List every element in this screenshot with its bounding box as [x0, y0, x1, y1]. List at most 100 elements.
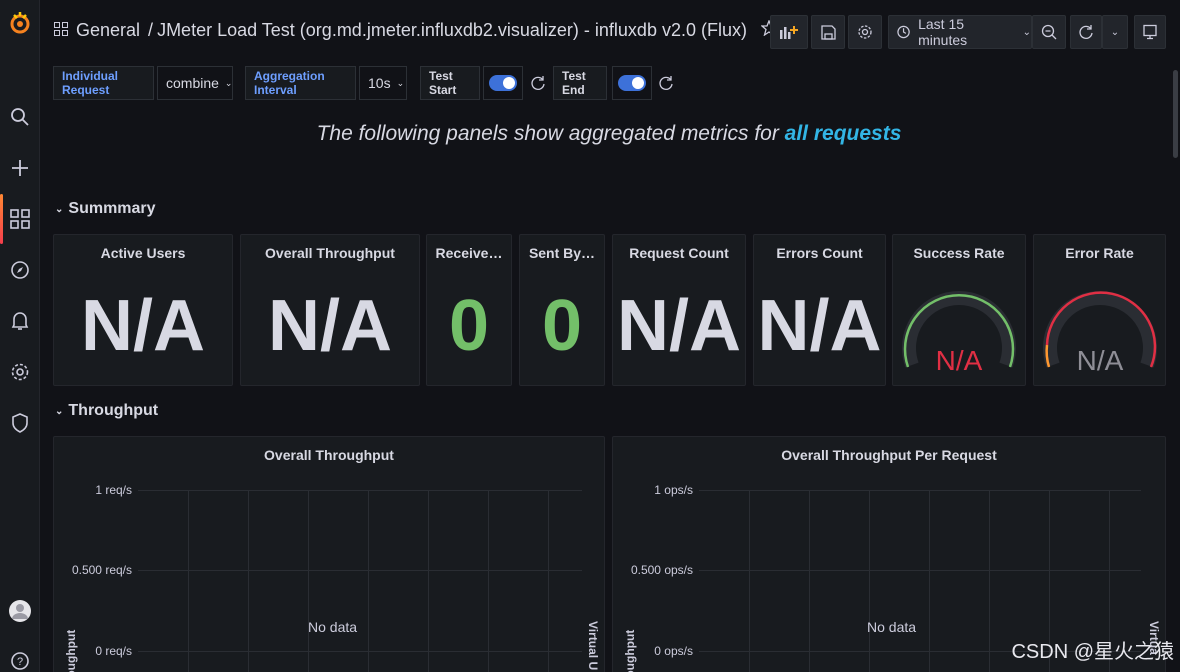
chevron-down-icon: ⌄ — [55, 203, 64, 215]
panel-title: Request Count — [629, 245, 729, 261]
add-panel-button[interactable] — [770, 15, 808, 49]
row-summary-title: Summmary — [68, 200, 156, 217]
panel-overall-throughput-graph[interactable]: Overall Throughput 1 req/s 0.500 req/s 0… — [53, 436, 605, 672]
gridline — [428, 490, 429, 672]
panel-title: Receive… — [435, 245, 503, 261]
time-range-label: Last 15 minutes — [918, 16, 968, 48]
panel-title: Error Rate — [1065, 245, 1134, 261]
gridline — [929, 490, 930, 672]
test-start-refresh-icon[interactable] — [529, 74, 547, 92]
gridline — [188, 490, 189, 672]
top-bar: General / JMeter Load Test (org.md.jmete… — [40, 0, 1180, 64]
error-rate-gauge: N/A — [1034, 275, 1165, 375]
test-start-label: Test Start — [420, 66, 480, 100]
gridline — [809, 490, 810, 672]
plus-icon[interactable] — [0, 153, 40, 183]
test-end-toggle[interactable] — [612, 66, 652, 100]
stat-value: N/A — [617, 286, 741, 366]
explore-compass-icon[interactable] — [0, 255, 40, 285]
y-axis-label-right: Virtual U — [586, 621, 600, 671]
stat-value: 0 — [448, 286, 490, 366]
save-dashboard-button[interactable] — [811, 15, 845, 49]
search-icon[interactable] — [0, 102, 40, 132]
row-summary[interactable]: ⌄ Summmary — [55, 200, 156, 218]
gridline — [138, 490, 582, 491]
y-tick-label: 1 ops/s — [654, 483, 693, 497]
panel-title: Overall Throughput — [264, 447, 394, 463]
gridline — [548, 490, 549, 672]
panel-sent-bytes[interactable]: Sent By… 0 — [519, 234, 605, 386]
y-axis-label-left: Throughput — [623, 629, 637, 672]
panel-title: Sent By… — [528, 245, 596, 261]
banner-text: The following panels show aggregated met… — [316, 122, 785, 145]
success-rate-gauge: N/A — [893, 275, 1025, 375]
y-tick-label: 0.500 req/s — [71, 563, 132, 577]
chevron-down-icon: ⌄ — [1022, 26, 1031, 38]
gridline — [989, 490, 990, 672]
panel-overall-throughput[interactable]: Overall Throughput N/A — [240, 234, 420, 386]
panel-active-users[interactable]: Active Users N/A — [53, 234, 233, 386]
stat-value: N/A — [268, 286, 392, 366]
no-data-label: No data — [308, 619, 358, 635]
avatar[interactable] — [0, 596, 40, 626]
y-axis-label-left: Throughput — [64, 629, 78, 672]
row-throughput-title: Throughput — [68, 402, 159, 419]
chevron-down-icon: ⌄ — [1110, 26, 1120, 38]
page-scrollbar[interactable] — [1173, 70, 1178, 158]
chevron-down-icon: ⌄ — [396, 77, 405, 88]
dashboard-settings-button[interactable] — [848, 15, 882, 49]
apps-grid-icon — [54, 20, 68, 41]
gridline — [138, 570, 582, 571]
chevron-down-icon: ⌄ — [224, 77, 233, 88]
panel-error-rate[interactable]: Error Rate N/A — [1033, 234, 1166, 386]
y-tick-label: 1 req/s — [95, 483, 132, 497]
gridline — [869, 490, 870, 672]
zoom-out-button[interactable] — [1032, 15, 1066, 49]
panel-title: Errors Count — [776, 245, 863, 261]
help-icon[interactable]: ? — [0, 646, 40, 672]
panel-title: Overall Throughput — [265, 245, 395, 261]
aggregation-interval-select[interactable]: 10s ⌄ — [359, 66, 407, 100]
gridline — [368, 490, 369, 672]
refresh-interval-dropdown[interactable]: ⌄ — [1102, 15, 1128, 49]
aggregation-interval-label: Aggregation Interval — [245, 66, 356, 100]
test-end-refresh-icon[interactable] — [657, 74, 675, 92]
y-tick-label: 0.500 ops/s — [630, 563, 693, 577]
panel-success-rate[interactable]: Success Rate N/A — [892, 234, 1026, 386]
panel-title: Success Rate — [913, 245, 1005, 261]
gridline — [699, 490, 1141, 491]
gridline — [749, 490, 750, 672]
refresh-button[interactable] — [1070, 15, 1102, 49]
banner-highlight: all requests — [784, 122, 902, 145]
individual-request-select[interactable]: combine ⌄ — [157, 66, 233, 100]
stat-value: 0 — [541, 286, 583, 366]
alerting-bell-icon[interactable] — [0, 306, 40, 336]
stat-value: N/A — [81, 286, 205, 366]
no-data-label: No data — [867, 619, 917, 635]
breadcrumb-separator: / — [148, 20, 154, 40]
shield-icon[interactable] — [0, 408, 40, 438]
test-end-label: Test End — [553, 66, 607, 100]
grafana-logo-icon[interactable] — [0, 8, 40, 38]
sidebar: ? — [0, 0, 40, 672]
breadcrumb: General / JMeter Load Test (org.md.jmete… — [54, 19, 807, 41]
stat-value: N/A — [757, 286, 882, 366]
breadcrumb-folder[interactable]: General — [76, 20, 140, 41]
panel-request-count[interactable]: Request Count N/A — [612, 234, 746, 386]
test-start-toggle[interactable] — [483, 66, 523, 100]
dashboards-icon[interactable] — [0, 204, 40, 234]
tv-mode-button[interactable] — [1134, 15, 1166, 49]
configuration-gear-icon[interactable] — [0, 357, 40, 387]
panel-errors-count[interactable]: Errors Count N/A — [753, 234, 886, 386]
dashboard-title[interactable]: JMeter Load Test (org.md.jmeter.influxdb… — [157, 20, 747, 41]
clock-icon — [897, 25, 910, 39]
info-banner: The following panels show aggregated met… — [53, 122, 1165, 146]
gridline — [699, 570, 1141, 571]
panel-title: Overall Throughput Per Request — [781, 447, 997, 463]
individual-request-label: Individual Request — [53, 66, 154, 100]
panel-received-bytes[interactable]: Receive… 0 — [426, 234, 512, 386]
aggregation-interval-value: 10s — [368, 75, 391, 91]
time-range-picker[interactable]: Last 15 minutes ⌄ — [888, 15, 1032, 49]
row-throughput[interactable]: ⌄ Throughput — [55, 402, 158, 420]
gridline — [248, 490, 249, 672]
